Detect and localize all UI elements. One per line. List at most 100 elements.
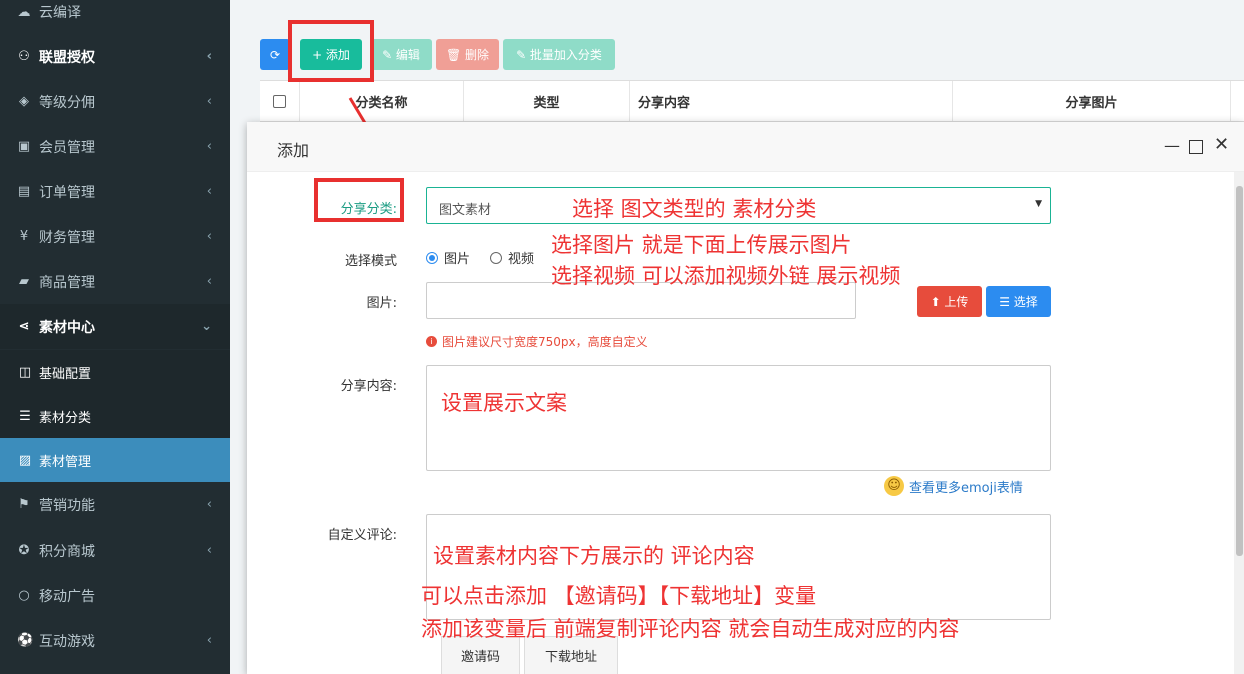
list-icon: ☰ xyxy=(19,408,31,424)
category-select-value: 图文素材 xyxy=(439,203,492,218)
column-header[interactable]: 分享内容 xyxy=(630,81,953,121)
sidebar-item-level-commission[interactable]: ◈ 等级分佣 ‹ xyxy=(0,79,230,124)
dialog-header: 添加 — ✕ xyxy=(247,122,1244,172)
refresh-icon: ⟳ xyxy=(269,47,281,62)
sidebar-item-label: 营销功能 xyxy=(39,497,95,514)
sidebar-subitem-label: 基础配置 xyxy=(39,366,92,382)
sidebar-item-label: 互动游戏 xyxy=(39,633,95,650)
annotation-category: 选择 图文类型的 素材分类 xyxy=(572,197,817,221)
mode-label: 选择模式 xyxy=(344,254,397,269)
annotation-auto-generate: 添加该变量后 前端复制评论内容 就会自动生成对应的内容 xyxy=(421,617,960,641)
info-icon: i xyxy=(426,336,437,347)
annotation-comment: 设置素材内容下方展示的 评论内容 xyxy=(433,544,755,568)
dialog-title: 添加 xyxy=(277,141,310,160)
image-hint-text: 图片建议尺寸宽度750px，高度自定义 xyxy=(442,335,648,349)
chevron-down-icon: ⌄ xyxy=(201,319,212,334)
annotation-content: 设置展示文案 xyxy=(441,391,567,415)
sidebar-subitem-material-category[interactable]: ☰ 素材分类 xyxy=(0,394,230,438)
sidebar-item-label: 等级分佣 xyxy=(39,94,95,111)
circle-icon: ○ xyxy=(18,588,30,603)
chevron-left-icon: ‹ xyxy=(206,184,212,199)
sidebar-subitem-material-manage[interactable]: ▨ 素材管理 xyxy=(0,438,230,482)
radio-image[interactable] xyxy=(426,251,438,264)
sidebar-subitem-label: 素材分类 xyxy=(39,410,92,426)
close-icon[interactable]: ✕ xyxy=(1214,134,1229,155)
batch-add-category-button[interactable]: ✎ 批量加入分类 xyxy=(503,39,615,70)
football-icon: ⚽ xyxy=(17,633,34,648)
sidebar-item-label: 订单管理 xyxy=(39,184,95,201)
share-icon: ⋖ xyxy=(18,319,30,334)
highlight-box-add xyxy=(288,20,374,82)
sidebar-subitem-label: 素材管理 xyxy=(39,454,92,470)
mode-radio-group: 图片 视频 xyxy=(426,248,534,267)
columns-icon: ◫ xyxy=(18,364,32,380)
sidebar-item-finance[interactable]: ¥ 财务管理 ‹ xyxy=(0,214,230,259)
sidebar-subitem-basic-config[interactable]: ◫ 基础配置 xyxy=(0,350,230,394)
sidebar-item-points-mall[interactable]: ✪ 积分商城 ‹ xyxy=(0,528,230,573)
table-header: 分类名称 类型 分享内容 分享图片 xyxy=(260,80,1244,122)
delete-button[interactable]: 🗑 删除 xyxy=(436,39,499,70)
sidebar-item-orders[interactable]: ▤ 订单管理 ‹ xyxy=(0,169,230,214)
chevron-left-icon: ‹ xyxy=(206,94,212,109)
sidebar-item-products[interactable]: ▰ 商品管理 ‹ xyxy=(0,259,230,304)
sidebar-item-label: 会员管理 xyxy=(39,139,95,156)
chevron-left-icon: ‹ xyxy=(206,49,212,64)
image-hint: i 图片建议尺寸宽度750px，高度自定义 xyxy=(426,333,648,350)
minimize-icon[interactable]: — xyxy=(1164,136,1180,155)
sidebar-item-cloud-compile[interactable]: ☁ 云编译 xyxy=(0,0,230,34)
member-card-icon: ▣ xyxy=(17,139,31,154)
annotation-variables: 可以点击添加 【邀请码】【下载地址】变量 xyxy=(421,584,817,608)
emoji-link-text: 查看更多emoji表情 xyxy=(909,480,1023,496)
sidebar-item-label: 联盟授权 xyxy=(39,49,95,66)
chevron-left-icon: ‹ xyxy=(206,497,212,512)
column-header[interactable]: 类型 xyxy=(464,81,630,121)
diamond-icon: ◈ xyxy=(19,94,29,109)
users-icon: ⚇ xyxy=(18,49,30,64)
chevron-left-icon: ‹ xyxy=(206,274,212,289)
order-icon: ▤ xyxy=(17,184,31,199)
annotation-video-mode: 选择视频 可以添加视频外链 展示视频 xyxy=(551,264,901,288)
sidebar-item-member[interactable]: ▣ 会员管理 ‹ xyxy=(0,124,230,169)
sidebar: ☁ 云编译 ⚇ 联盟授权 ‹ ◈ 等级分佣 ‹ ▣ 会员管理 ‹ ▤ 订单管理 … xyxy=(0,0,230,674)
content-textarea[interactable] xyxy=(426,365,1051,471)
comment-label: 自定义评论: xyxy=(327,528,397,543)
select-all-checkbox[interactable] xyxy=(273,94,286,108)
select-all-cell xyxy=(260,81,300,121)
chevron-left-icon: ‹ xyxy=(206,543,212,558)
sidebar-item-label: 财务管理 xyxy=(39,229,95,246)
sidebar-item-label: 商品管理 xyxy=(39,274,95,291)
select-image-button[interactable]: ☰ 选择 xyxy=(986,286,1051,317)
chevron-left-icon: ‹ xyxy=(206,633,212,648)
yen-icon: ¥ xyxy=(19,229,29,244)
radio-video[interactable] xyxy=(490,251,503,264)
gift-icon: ⚑ xyxy=(18,497,30,512)
chevron-left-icon: ‹ xyxy=(206,139,212,154)
emoji-link[interactable]: ☺ 查看更多emoji表情 xyxy=(884,476,1023,496)
sidebar-item-label: 移动广告 xyxy=(39,588,95,605)
dialog-scroll-thumb[interactable] xyxy=(1236,186,1243,556)
sidebar-item-label: 素材中心 xyxy=(39,319,95,336)
chevron-left-icon: ‹ xyxy=(206,229,212,244)
edit-button[interactable]: ✎ 编辑 xyxy=(370,39,432,70)
sidebar-item-label: 积分商城 xyxy=(39,543,95,560)
radio-video-label: 视频 xyxy=(508,252,535,267)
smile-icon: ☺ xyxy=(884,476,904,496)
maximize-icon[interactable] xyxy=(1189,140,1203,154)
sidebar-item-material-center[interactable]: ⋖ 素材中心 ⌄ xyxy=(0,304,230,349)
radio-image-label: 图片 xyxy=(444,252,471,267)
content-label: 分享内容: xyxy=(340,379,397,394)
sidebar-item-alliance[interactable]: ⚇ 联盟授权 ‹ xyxy=(0,34,230,79)
sidebar-item-mobile-ads[interactable]: ○ 移动广告 xyxy=(0,573,230,618)
sidebar-item-games[interactable]: ⚽ 互动游戏 ‹ xyxy=(0,618,230,663)
sidebar-item-marketing[interactable]: ⚑ 营销功能 ‹ xyxy=(0,482,230,527)
highlight-box-category xyxy=(314,178,404,222)
image-icon: ▨ xyxy=(18,452,32,468)
caret-down-icon: ▼ xyxy=(1035,199,1042,209)
column-header[interactable]: 分享图片 xyxy=(953,81,1231,121)
upload-button[interactable]: ⬆ 上传 xyxy=(917,286,982,317)
refresh-button[interactable]: ⟳ xyxy=(260,39,290,70)
briefcase-icon: ▰ xyxy=(19,274,29,289)
coin-icon: ✪ xyxy=(18,543,30,558)
image-label: 图片: xyxy=(366,296,397,311)
cloud-icon: ☁ xyxy=(17,4,31,20)
